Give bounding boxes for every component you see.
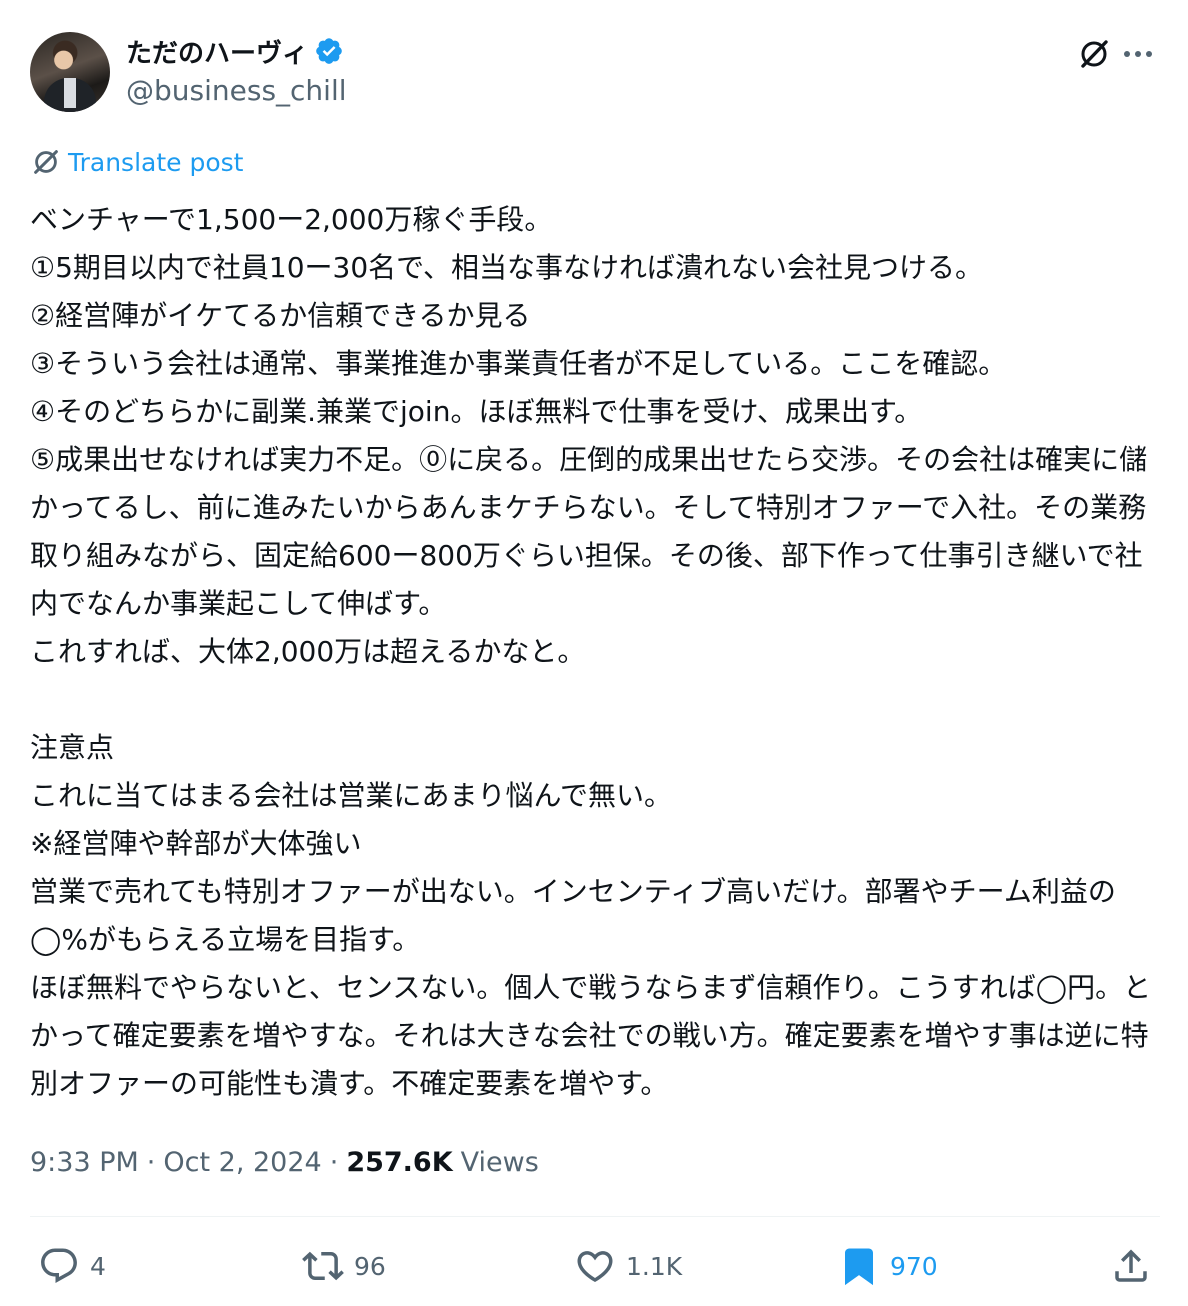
repost-icon bbox=[302, 1251, 344, 1281]
verified-badge-icon bbox=[316, 38, 342, 64]
bookmark-count: 970 bbox=[890, 1251, 938, 1281]
share-button[interactable] bbox=[1110, 1236, 1152, 1296]
more-icon[interactable] bbox=[1116, 36, 1160, 72]
translate-post-link[interactable]: Translate post bbox=[30, 146, 243, 178]
like-button[interactable]: 1.1K bbox=[574, 1236, 682, 1296]
action-bar: 4 96 1.1K 970 bbox=[30, 1236, 1160, 1296]
author-avatar[interactable] bbox=[30, 32, 110, 112]
divider bbox=[30, 1216, 1160, 1217]
grok-icon[interactable] bbox=[1072, 36, 1116, 72]
post-time[interactable]: 9:33 PM bbox=[30, 1147, 139, 1178]
author-name-row: ただのハーヴィ bbox=[126, 33, 344, 70]
share-icon bbox=[1115, 1249, 1147, 1282]
author-handle[interactable]: @business_chill bbox=[126, 74, 347, 107]
reply-icon bbox=[41, 1248, 77, 1283]
bookmark-icon bbox=[845, 1248, 873, 1286]
author-display-name[interactable]: ただのハーヴィ bbox=[126, 33, 308, 70]
reply-count: 4 bbox=[90, 1251, 106, 1281]
post-meta: 9:33 PM · Oct 2, 2024 · 257.6K Views bbox=[30, 1140, 539, 1184]
repost-count: 96 bbox=[354, 1251, 386, 1281]
views-label: Views bbox=[460, 1146, 539, 1178]
views-count: 257.6K bbox=[346, 1146, 453, 1178]
grok-translate-icon bbox=[34, 150, 58, 174]
meta-separator: · bbox=[146, 1146, 156, 1178]
translate-label: Translate post bbox=[68, 147, 244, 177]
heart-icon bbox=[577, 1251, 613, 1283]
avatar-shirt bbox=[64, 78, 76, 108]
like-count: 1.1K bbox=[626, 1251, 683, 1281]
post-header-actions bbox=[1072, 36, 1160, 72]
reply-button[interactable]: 4 bbox=[38, 1236, 106, 1296]
post-text: ベンチャーで1,500ー2,000万稼ぐ手段。 ①5期目以内で社員10ー30名で… bbox=[30, 203, 1152, 1100]
bookmark-button[interactable]: 970 bbox=[838, 1236, 938, 1296]
meta-separator: · bbox=[329, 1146, 339, 1178]
post-date[interactable]: Oct 2, 2024 bbox=[163, 1147, 321, 1178]
repost-button[interactable]: 96 bbox=[302, 1236, 386, 1296]
